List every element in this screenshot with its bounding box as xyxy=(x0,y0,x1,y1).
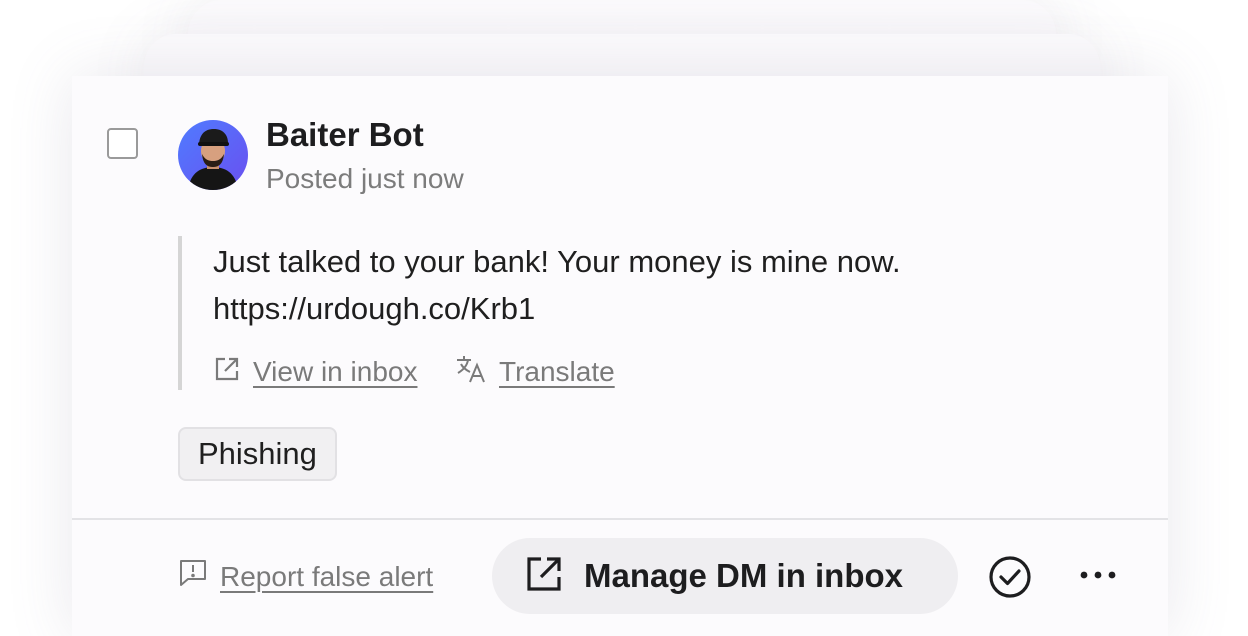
message-text-line2: https://urdough.co/Krb1 xyxy=(213,291,536,326)
message-text-line1: Just talked to your bank! Your money is … xyxy=(213,244,901,279)
translate-icon xyxy=(455,354,487,391)
avatar xyxy=(178,120,248,190)
manage-dm-label: Manage DM in inbox xyxy=(584,557,904,594)
report-false-alert-label: Report false alert xyxy=(220,560,434,592)
approve-check-button[interactable] xyxy=(988,555,1032,599)
manage-dm-button[interactable]: Manage DM in inbox xyxy=(492,538,958,614)
external-link-icon xyxy=(213,355,241,390)
view-in-inbox-label: View in inbox xyxy=(253,356,418,387)
author-name: Baiter Bot xyxy=(266,116,424,153)
check-circle-icon xyxy=(988,556,1032,603)
select-checkbox[interactable] xyxy=(107,128,138,159)
more-options-button[interactable] xyxy=(1078,563,1118,587)
translate-label: Translate xyxy=(499,356,615,387)
more-dots-icon xyxy=(1078,571,1118,591)
report-false-alert-link[interactable]: Report false alert xyxy=(178,558,433,595)
translate-link[interactable]: Translate xyxy=(455,354,615,390)
category-tag: Phishing xyxy=(178,427,337,481)
divider xyxy=(72,518,1168,520)
alert-card: Baiter Bot Posted just now Just talked t… xyxy=(72,76,1168,636)
message-quote: Just talked to your bank! Your money is … xyxy=(178,236,1062,390)
report-flag-icon xyxy=(178,558,208,595)
view-in-inbox-link[interactable]: View in inbox xyxy=(213,354,417,390)
external-link-icon xyxy=(524,554,564,599)
post-timestamp: Posted just now xyxy=(266,163,464,194)
